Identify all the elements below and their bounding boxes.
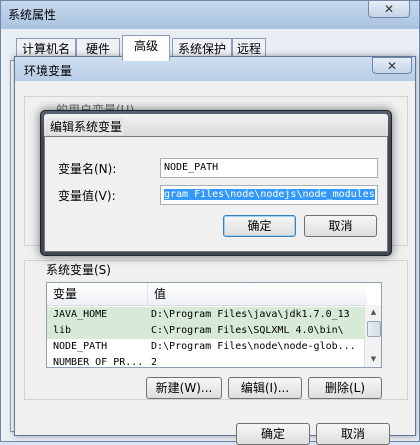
scroll-thumb[interactable] [367,321,381,337]
variable-name-field[interactable]: NODE_PATH [160,158,378,178]
selected-value-text: gram Files\node\nodejs\node_modules [164,189,375,200]
table-row[interactable]: NUMBER_OF_PR... 2 [47,355,367,368]
table-row[interactable]: lib C:\Program Files\SQLXML 4.0\bin\ [47,323,367,339]
variable-name-cell: NUMBER_OF_PR... [53,357,143,368]
environment-variables-title: 环境变量 [24,64,73,78]
table-row[interactable]: NODE_PATH D:\Program Files\node\node-glo… [47,339,367,355]
dialog-title: 编辑系统变量 [48,118,125,135]
system-variables-list[interactable]: 变量 值 JAVA_HOME D:\Program Files\java\jdk… [46,282,382,368]
scroll-up-arrow-icon[interactable]: ▲ [366,305,381,319]
vertical-scrollbar[interactable]: ▲ ▼ [364,305,381,367]
variable-value-cell: C:\Program Files\SQLXML 4.0\bin\ [151,325,344,336]
variable-value-cell: 2 [151,357,158,368]
variable-value-field[interactable]: gram Files\node\nodejs\node_modules [160,185,378,205]
scroll-down-arrow-icon[interactable]: ▼ [366,352,381,366]
variable-value-label: 变量值(V): [58,189,116,203]
dialog-ok-button[interactable]: 确定 [223,215,296,237]
column-header-value[interactable]: 值 [147,283,374,305]
variable-value-cell: D:\Program Files\java\jdk1.7.0_13 [151,309,350,320]
variable-value-cell: D:\Program Files\node\node-glob... [151,341,356,352]
variable-name-cell: JAVA_HOME [53,309,108,320]
new-variable-button[interactable]: 新建(W)... [146,377,222,399]
table-row[interactable]: JAVA_HOME D:\Program Files\java\jdk1.7.0… [47,307,367,323]
variable-name-cell: lib [53,325,72,336]
env-close-button[interactable]: ✕ [372,57,412,74]
variable-name-cell: NODE_PATH [53,341,108,352]
list-header: 变量 值 [47,283,367,306]
edit-variable-button[interactable]: 编辑(I)... [228,377,302,399]
column-header-variable[interactable]: 变量 [47,283,153,305]
variable-name-label: 变量名(N): [58,162,117,176]
tab-advanced[interactable]: 高级 [122,35,170,61]
delete-variable-button[interactable]: 删除(L) [308,377,382,399]
system-variables-label: 系统变量(S) [44,261,113,278]
dialog-cancel-button[interactable]: 取消 [304,215,377,237]
outer-close-button[interactable]: ✕ [368,0,410,18]
system-properties-title: 系统属性 [8,8,57,22]
